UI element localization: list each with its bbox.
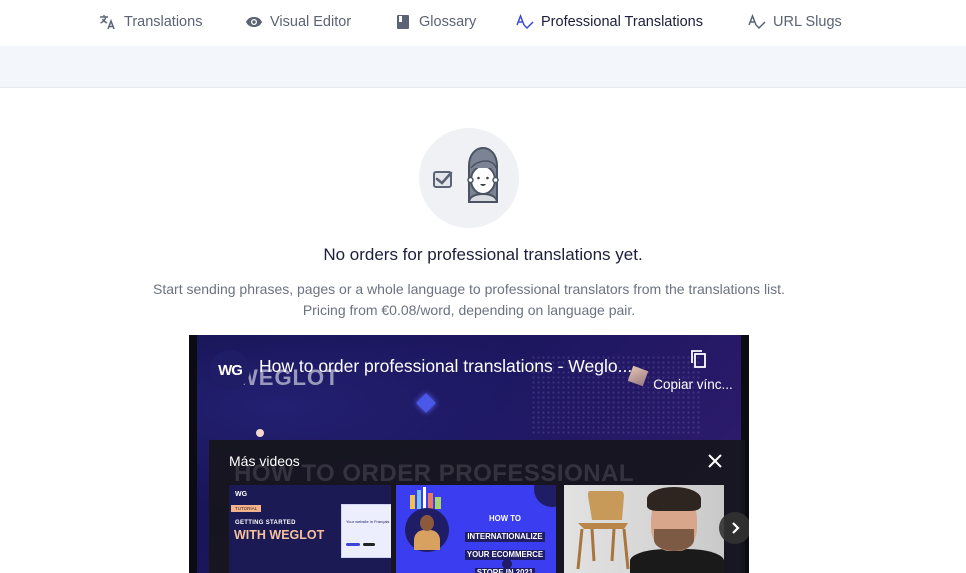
thumb-website-mockup: Your website in Français	[341, 504, 391, 558]
chevron-right-icon	[732, 522, 740, 534]
tab-label: Professional Translations	[541, 14, 703, 30]
tab-glossary[interactable]: Glossary	[394, 12, 476, 32]
thumb-logo: WG	[235, 491, 248, 498]
eye-icon	[245, 13, 263, 31]
video-thumbnail[interactable]: HOW TO INTERNATIONALIZE YOUR ECOMMERCE S…	[396, 485, 556, 573]
copy-link-button[interactable]: Copiar vínc...	[649, 348, 749, 392]
person-hair	[647, 487, 701, 511]
book-icon	[394, 13, 412, 31]
translator-illustration	[419, 128, 519, 228]
empty-state-description: Start sending phrases, pages or a whole …	[0, 279, 938, 321]
person-beard	[654, 529, 694, 551]
city-skyline-icon	[410, 487, 441, 509]
description-line-1: Start sending phrases, pages or a whole …	[153, 281, 785, 297]
decorative-cube	[416, 393, 436, 413]
tab-translations[interactable]: Translations	[99, 12, 202, 32]
description-line-2: Pricing from €0.08/word, depending on la…	[302, 302, 636, 318]
tab-label: URL Slugs	[773, 14, 842, 30]
toolbar-band	[0, 46, 966, 88]
weglot-logo-icon	[502, 559, 512, 569]
thumb-line: INTERNATIONALIZE	[465, 532, 545, 542]
top-nav-tabs: Translations Visual Editor Glossary Prof…	[0, 0, 966, 46]
thumb-title: WITH WEGLOT	[234, 528, 325, 542]
video-player[interactable]: WEGLOT WG How to order professional tran…	[189, 335, 749, 573]
presenter-body	[414, 530, 440, 550]
presenter-head	[420, 515, 434, 531]
video-thumbnail[interactable]	[564, 485, 724, 573]
decorative-ball	[256, 429, 264, 437]
channel-avatar[interactable]: WG	[210, 350, 250, 390]
next-videos-button[interactable]	[719, 512, 749, 544]
spellcheck-icon	[748, 13, 766, 31]
thumb-line: HOW TO	[489, 514, 521, 523]
tab-visual-editor[interactable]: Visual Editor	[245, 12, 351, 32]
mockup-button	[346, 543, 360, 546]
more-videos-label: Más videos	[229, 453, 300, 469]
mockup-button	[363, 543, 375, 546]
video-thumbnail[interactable]: WG TUTORIAL GETTING STARTED WITH WEGLOT …	[229, 485, 391, 573]
person-icon	[467, 146, 499, 203]
thumb-badge: TUTORIAL	[231, 505, 262, 512]
video-title[interactable]: How to order professional translations -…	[259, 356, 632, 377]
tab-url-slugs[interactable]: URL Slugs	[748, 12, 842, 32]
close-more-videos-button[interactable]	[705, 451, 725, 471]
more-videos-panel: HOW TO ORDER PROFESSIONAL Más videos WG …	[209, 440, 749, 573]
tab-label: Glossary	[419, 14, 477, 30]
copy-icon	[689, 350, 709, 374]
spellcheck-icon	[516, 13, 534, 31]
mockup-text: Your website in Français	[346, 519, 390, 524]
video-frame: WEGLOT WG How to order professional tran…	[197, 335, 749, 573]
close-icon	[708, 454, 722, 468]
tab-label: Visual Editor	[270, 14, 352, 30]
tab-professional-translations[interactable]: Professional Translations	[516, 12, 703, 32]
decorative-corner	[534, 485, 556, 507]
tab-label: Translations	[124, 14, 203, 30]
thumb-subtitle: GETTING STARTED	[235, 520, 296, 526]
empty-state-title: No orders for professional translations …	[323, 245, 643, 264]
copy-link-label: Copiar vínc...	[653, 377, 733, 392]
person-shirt	[630, 549, 724, 573]
checkbox-icon	[433, 171, 453, 188]
translate-icon	[99, 13, 117, 31]
